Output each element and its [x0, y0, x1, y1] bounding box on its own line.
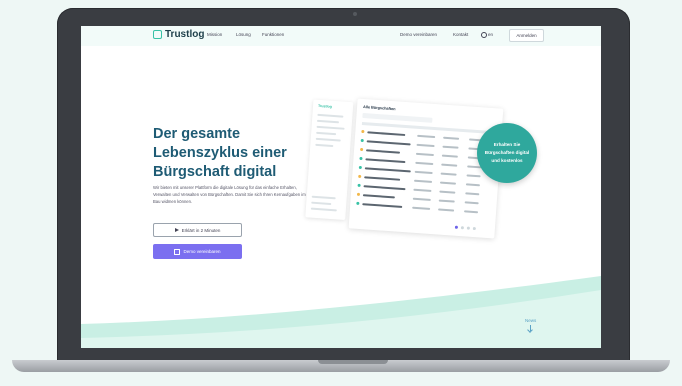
book-demo-button[interactable]: Demo vereinbaren	[153, 244, 242, 259]
mockup-sidebar-item	[311, 195, 336, 200]
arrow-down-icon	[530, 325, 532, 331]
mockup-title: Alle Bürgschaften	[362, 105, 396, 112]
laptop-screen: Trustlog Mission Lösung Funktionen Demo …	[81, 26, 601, 348]
nav-link-mission[interactable]: Mission	[207, 32, 222, 37]
play-icon	[174, 228, 179, 232]
mockup-sidebar-item	[315, 137, 341, 142]
logo-icon	[153, 30, 162, 39]
news-label: News	[525, 318, 537, 323]
top-navigation: Trustlog Mission Lösung Funktionen Demo …	[81, 26, 601, 46]
nav-link-kontakt[interactable]: Kontakt	[453, 32, 468, 37]
hero-subtext: Wir bieten mit unserer Plattform die dig…	[153, 185, 306, 204]
explainer-video-button[interactable]: Erklärt in 2 Minuten	[153, 223, 242, 237]
promo-badge: Erhalten Sie Bürgschaften digital und ko…	[477, 123, 537, 183]
globe-icon	[481, 32, 487, 38]
mockup-sidebar: Trustlog	[305, 99, 354, 221]
nav-link-demo[interactable]: Demo vereinbaren	[400, 32, 437, 37]
mockup-sidebar-item	[311, 201, 332, 206]
mockup-main-panel: Alle Bürgschaften	[348, 98, 504, 239]
webcam	[353, 12, 357, 16]
promo-badge-line2: Bürgschaften digital	[484, 150, 530, 155]
calendar-icon	[174, 248, 181, 255]
mockup-sidebar-item	[316, 119, 340, 124]
login-button[interactable]: Anmelden	[509, 29, 544, 42]
language-label: en	[488, 32, 494, 38]
pagination-dot	[466, 226, 470, 230]
book-demo-label: Demo vereinbaren	[183, 249, 221, 254]
mockup-sidebar-item	[315, 143, 334, 148]
hero-headline: Der gesamte Lebenszyklus einer Bürgschaf…	[153, 126, 287, 180]
decorative-wave	[81, 276, 601, 348]
mockup-sidebar-item	[317, 113, 344, 118]
news-link[interactable]: News	[525, 318, 536, 331]
base-notch	[318, 360, 388, 364]
brand-name: Trustlog	[165, 29, 205, 40]
pagination-dot	[472, 226, 476, 231]
promo-badge-line1: Erhalten Sie	[493, 142, 521, 147]
promo-badge-line3: und kostenlos	[491, 158, 523, 163]
mockup-pagination	[454, 225, 476, 231]
mockup-sidebar-title: Trustlog	[317, 103, 332, 109]
pagination-dot	[460, 226, 465, 230]
explainer-video-label: Erklärt in 2 Minuten	[181, 227, 221, 233]
pagination-dot	[454, 225, 459, 229]
mockup-search-bar	[362, 112, 433, 123]
nav-link-funktionen[interactable]: Funktionen	[262, 32, 284, 37]
language-switcher[interactable]: en	[481, 32, 493, 38]
app-mockup-image: Trustlog Alle Bürgschaften	[305, 96, 504, 239]
laptop-base	[12, 360, 670, 372]
mockup-sidebar-item	[316, 125, 345, 130]
mockup-sidebar-item	[310, 207, 337, 212]
mockup-sidebar-item	[316, 131, 337, 136]
brand-logo[interactable]: Trustlog	[153, 29, 204, 40]
nav-link-loesung[interactable]: Lösung	[236, 32, 251, 37]
